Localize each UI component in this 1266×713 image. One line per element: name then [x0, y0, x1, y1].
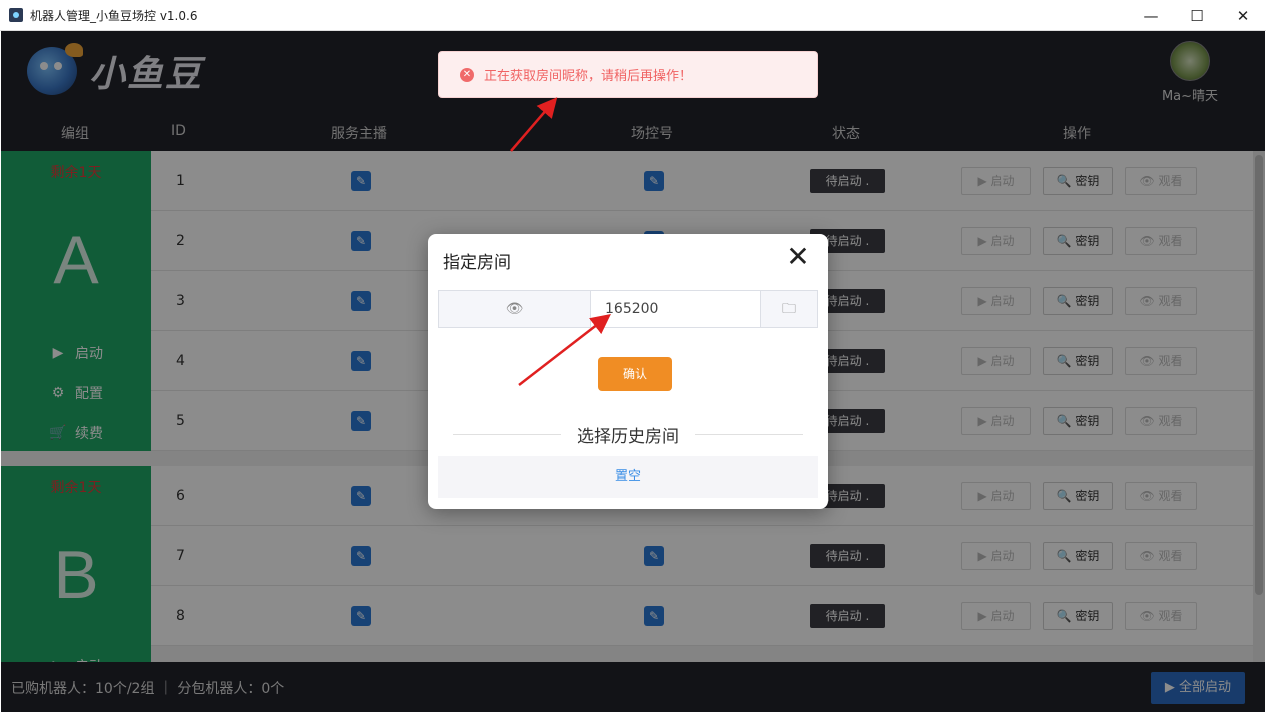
room-id-input[interactable]	[591, 291, 760, 327]
clear-button[interactable]: 置空	[438, 456, 818, 498]
folder-icon[interactable]: 🗀	[760, 291, 817, 327]
maximize-button[interactable]: ☐	[1174, 0, 1220, 31]
dialog-title: 指定房间	[443, 253, 511, 273]
room-dialog: 指定房间 ✕ 👁 🗀 确认 选择历史房间 置空	[428, 234, 828, 509]
title-bar: 机器人管理_小鱼豆场控 v1.0.6 — ☐ ✕	[0, 0, 1266, 31]
eye-icon[interactable]: 👁	[439, 291, 591, 327]
error-toast: ✕ 正在获取房间昵称，请稍后再操作！	[438, 51, 818, 98]
window-title: 机器人管理_小鱼豆场控 v1.0.6	[30, 8, 198, 23]
minimize-button[interactable]: —	[1128, 0, 1174, 31]
app-icon	[9, 8, 23, 22]
history-room-link[interactable]: 选择历史房间	[561, 422, 695, 447]
error-icon: ✕	[460, 67, 474, 82]
app-area: 小鱼豆 Ma~晴天 编组 ID 服务主播 场控号 状态 操作 剩余1天 A ▶ …	[1, 31, 1265, 712]
toast-message: 正在获取房间昵称，请稍后再操作！	[484, 69, 693, 84]
close-window-button[interactable]: ✕	[1220, 0, 1266, 31]
divider-line	[453, 434, 561, 435]
window-controls: — ☐ ✕	[1128, 0, 1266, 31]
confirm-button[interactable]: 确认	[598, 357, 672, 391]
divider-line	[695, 434, 803, 435]
room-input-group: 👁 🗀	[438, 290, 818, 328]
close-icon[interactable]: ✕	[786, 243, 810, 271]
history-divider: 选择历史房间	[453, 422, 803, 447]
